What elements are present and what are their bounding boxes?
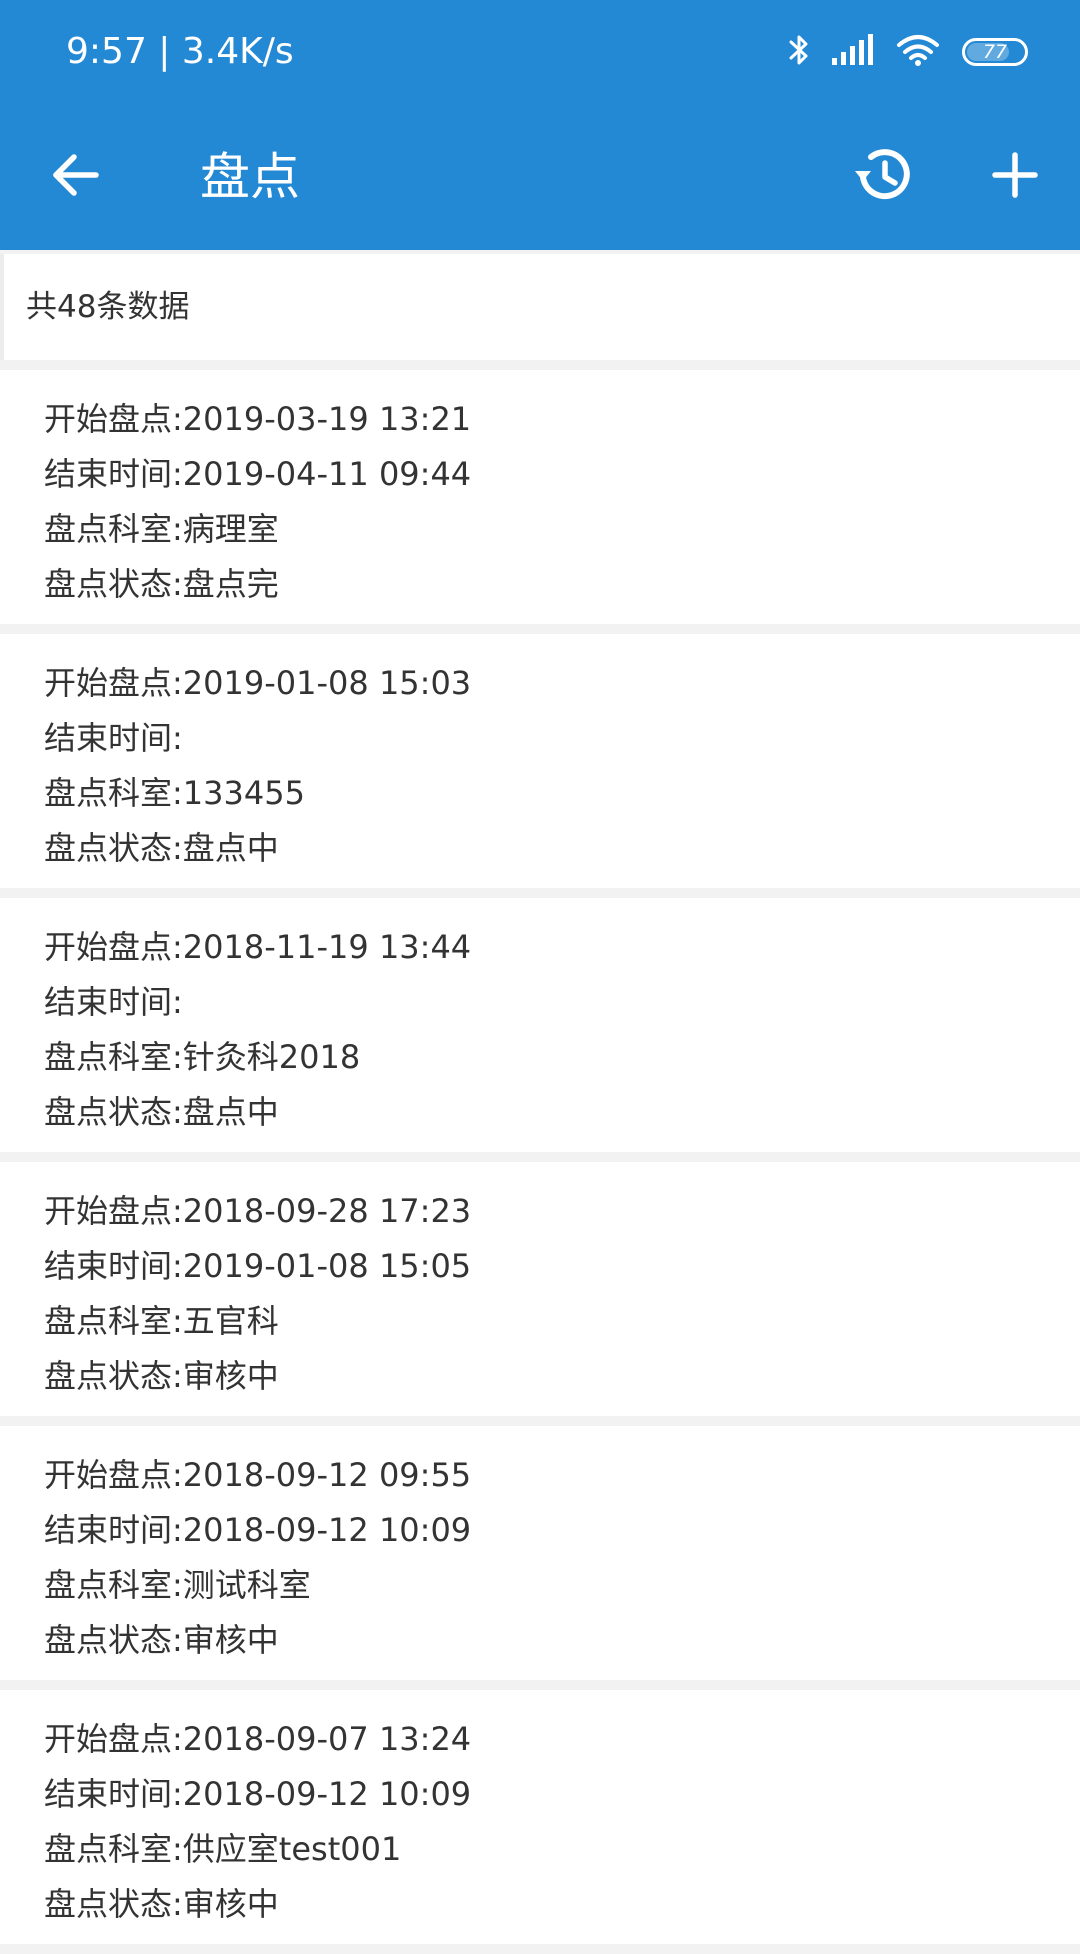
record-status-row: 盘点状态:审核中 [44, 1613, 1080, 1668]
record-dept-label: 盘点科室: [44, 1302, 183, 1340]
record-start-row: 开始盘点:2019-01-08 15:03 [44, 656, 1080, 711]
record-status-row: 盘点状态:盘点完 [44, 557, 1080, 612]
record-end-row: 结束时间:2018-09-12 10:09 [44, 1767, 1080, 1822]
battery-icon: 77 [962, 38, 1028, 66]
status-time-speed: 9:57 | 3.4K/s [66, 28, 294, 76]
record-end-label: 结束时间: [44, 1775, 183, 1813]
record-status-value: 盘点中 [182, 829, 279, 867]
record-status-row: 盘点状态:审核中 [44, 1877, 1080, 1932]
record-dept-row: 盘点科室:针灸科2018 [44, 1030, 1080, 1085]
network-speed: 3.4K/s [181, 31, 294, 72]
record-status-row: 盘点状态:盘点中 [44, 821, 1080, 876]
record-status-label: 盘点状态: [44, 565, 183, 603]
record-start-row: 开始盘点:2018-09-12 09:55 [44, 1448, 1080, 1503]
record-status-row: 盘点状态:盘点中 [44, 1085, 1080, 1140]
inventory-list: 开始盘点:2019-03-19 13:21 结束时间:2019-04-11 09:… [0, 370, 1080, 1954]
inventory-record-card[interactable]: 开始盘点:2018-11-19 13:44 结束时间: 盘点科室:针灸科2018 盘点… [0, 898, 1080, 1152]
record-end-value: 2019-01-08 15:05 [182, 1247, 472, 1285]
record-status-label: 盘点状态: [44, 829, 183, 867]
record-dept-row: 盘点科室:测试科室 [44, 1558, 1080, 1613]
signal-icon [832, 34, 874, 70]
page-title: 盘点 [200, 148, 300, 206]
record-start-label: 开始盘点: [44, 1192, 183, 1230]
toolbar: 盘点 [0, 104, 1080, 250]
record-end-label: 结束时间: [44, 455, 183, 493]
arrow-left-icon [50, 149, 102, 205]
inventory-record-card[interactable]: 开始盘点:2019-03-19 13:21 结束时间:2019-04-11 09:… [0, 370, 1080, 624]
inventory-record-card[interactable]: 开始盘点:2018-09-07 13:24 结束时间:2018-09-12 10:… [0, 1690, 1080, 1944]
record-start-value: 2018-09-12 09:55 [182, 1456, 472, 1494]
record-start-value: 2018-09-07 13:24 [182, 1720, 472, 1758]
status-bar: 9:57 | 3.4K/s 77 [0, 0, 1080, 104]
record-start-value: 2018-11-19 13:44 [182, 928, 472, 966]
record-dept-row: 盘点科室:供应室test001 [44, 1822, 1080, 1877]
record-start-label: 开始盘点: [44, 664, 183, 702]
record-start-label: 开始盘点: [44, 400, 183, 438]
record-start-label: 开始盘点: [44, 1456, 183, 1494]
record-status-value: 审核中 [182, 1885, 279, 1923]
record-end-row: 结束时间:2019-01-08 15:05 [44, 1239, 1080, 1294]
record-end-row: 结束时间: [44, 975, 1080, 1030]
wifi-icon [896, 33, 940, 71]
record-status-label: 盘点状态: [44, 1885, 183, 1923]
record-status-row: 盘点状态:审核中 [44, 1349, 1080, 1404]
record-start-value: 2018-09-28 17:23 [182, 1192, 472, 1230]
record-status-label: 盘点状态: [44, 1621, 183, 1659]
record-end-row: 结束时间:2019-04-11 09:44 [44, 447, 1080, 502]
inventory-record-card[interactable]: 开始盘点:2019-01-08 15:03 结束时间: 盘点科室:133455 盘点状… [0, 634, 1080, 888]
inventory-record-card[interactable]: 开始盘点:2018-09-28 17:23 结束时间:2019-01-08 15:… [0, 1162, 1080, 1416]
battery-percent: 77 [982, 41, 1008, 63]
record-start-row: 开始盘点:2019-03-19 13:21 [44, 392, 1080, 447]
record-dept-row: 盘点科室:133455 [44, 766, 1080, 821]
record-end-value: 2018-09-12 10:09 [182, 1511, 472, 1549]
record-dept-label: 盘点科室: [44, 1038, 183, 1076]
record-dept-value: 病理室 [182, 510, 279, 548]
record-start-row: 开始盘点:2018-11-19 13:44 [44, 920, 1080, 975]
status-time: 9:57 [66, 31, 147, 72]
record-start-row: 开始盘点:2018-09-07 13:24 [44, 1712, 1080, 1767]
record-end-value: 2019-04-11 09:44 [182, 455, 472, 493]
record-dept-row: 盘点科室:病理室 [44, 502, 1080, 557]
history-button[interactable] [846, 140, 920, 214]
record-dept-row: 盘点科室:五官科 [44, 1294, 1080, 1349]
record-start-value: 2019-03-19 13:21 [182, 400, 472, 438]
status-icons: 77 [788, 28, 1028, 76]
status-separator: | [158, 31, 171, 72]
record-dept-value: 测试科室 [182, 1566, 311, 1604]
record-dept-value: 五官科 [182, 1302, 279, 1340]
record-status-value: 审核中 [182, 1621, 279, 1659]
record-dept-label: 盘点科室: [44, 774, 183, 812]
record-dept-value: 针灸科2018 [182, 1038, 361, 1076]
record-count-text: 共48条数据 [26, 289, 190, 325]
app-header: 9:57 | 3.4K/s 77 盘点 [0, 0, 1080, 250]
back-button[interactable] [40, 141, 112, 213]
record-end-value: 2018-09-12 10:09 [182, 1775, 472, 1813]
record-dept-label: 盘点科室: [44, 1830, 183, 1868]
record-dept-label: 盘点科室: [44, 510, 183, 548]
record-dept-value: 供应室test001 [182, 1830, 402, 1868]
record-end-row: 结束时间:2018-09-12 10:09 [44, 1503, 1080, 1558]
bluetooth-icon [788, 32, 810, 72]
record-start-value: 2019-01-08 15:03 [182, 664, 472, 702]
record-status-value: 盘点完 [182, 565, 279, 603]
record-status-label: 盘点状态: [44, 1093, 183, 1131]
history-icon [851, 143, 915, 211]
add-button[interactable] [978, 140, 1052, 214]
record-status-value: 审核中 [182, 1357, 279, 1395]
record-start-label: 开始盘点: [44, 1720, 183, 1758]
record-end-row: 结束时间: [44, 711, 1080, 766]
record-end-label: 结束时间: [44, 1247, 183, 1285]
record-dept-value: 133455 [182, 774, 305, 812]
record-end-label: 结束时间: [44, 1511, 183, 1549]
record-status-label: 盘点状态: [44, 1357, 183, 1395]
plus-icon [991, 151, 1039, 203]
record-start-label: 开始盘点: [44, 928, 183, 966]
record-count-bar: 共48条数据 [0, 254, 1080, 360]
record-start-row: 开始盘点:2018-09-28 17:23 [44, 1184, 1080, 1239]
record-end-label: 结束时间: [44, 719, 183, 757]
record-dept-label: 盘点科室: [44, 1566, 183, 1604]
record-status-value: 盘点中 [182, 1093, 279, 1131]
inventory-record-card[interactable]: 开始盘点:2018-09-12 09:55 结束时间:2018-09-12 10:… [0, 1426, 1080, 1680]
record-end-label: 结束时间: [44, 983, 183, 1021]
